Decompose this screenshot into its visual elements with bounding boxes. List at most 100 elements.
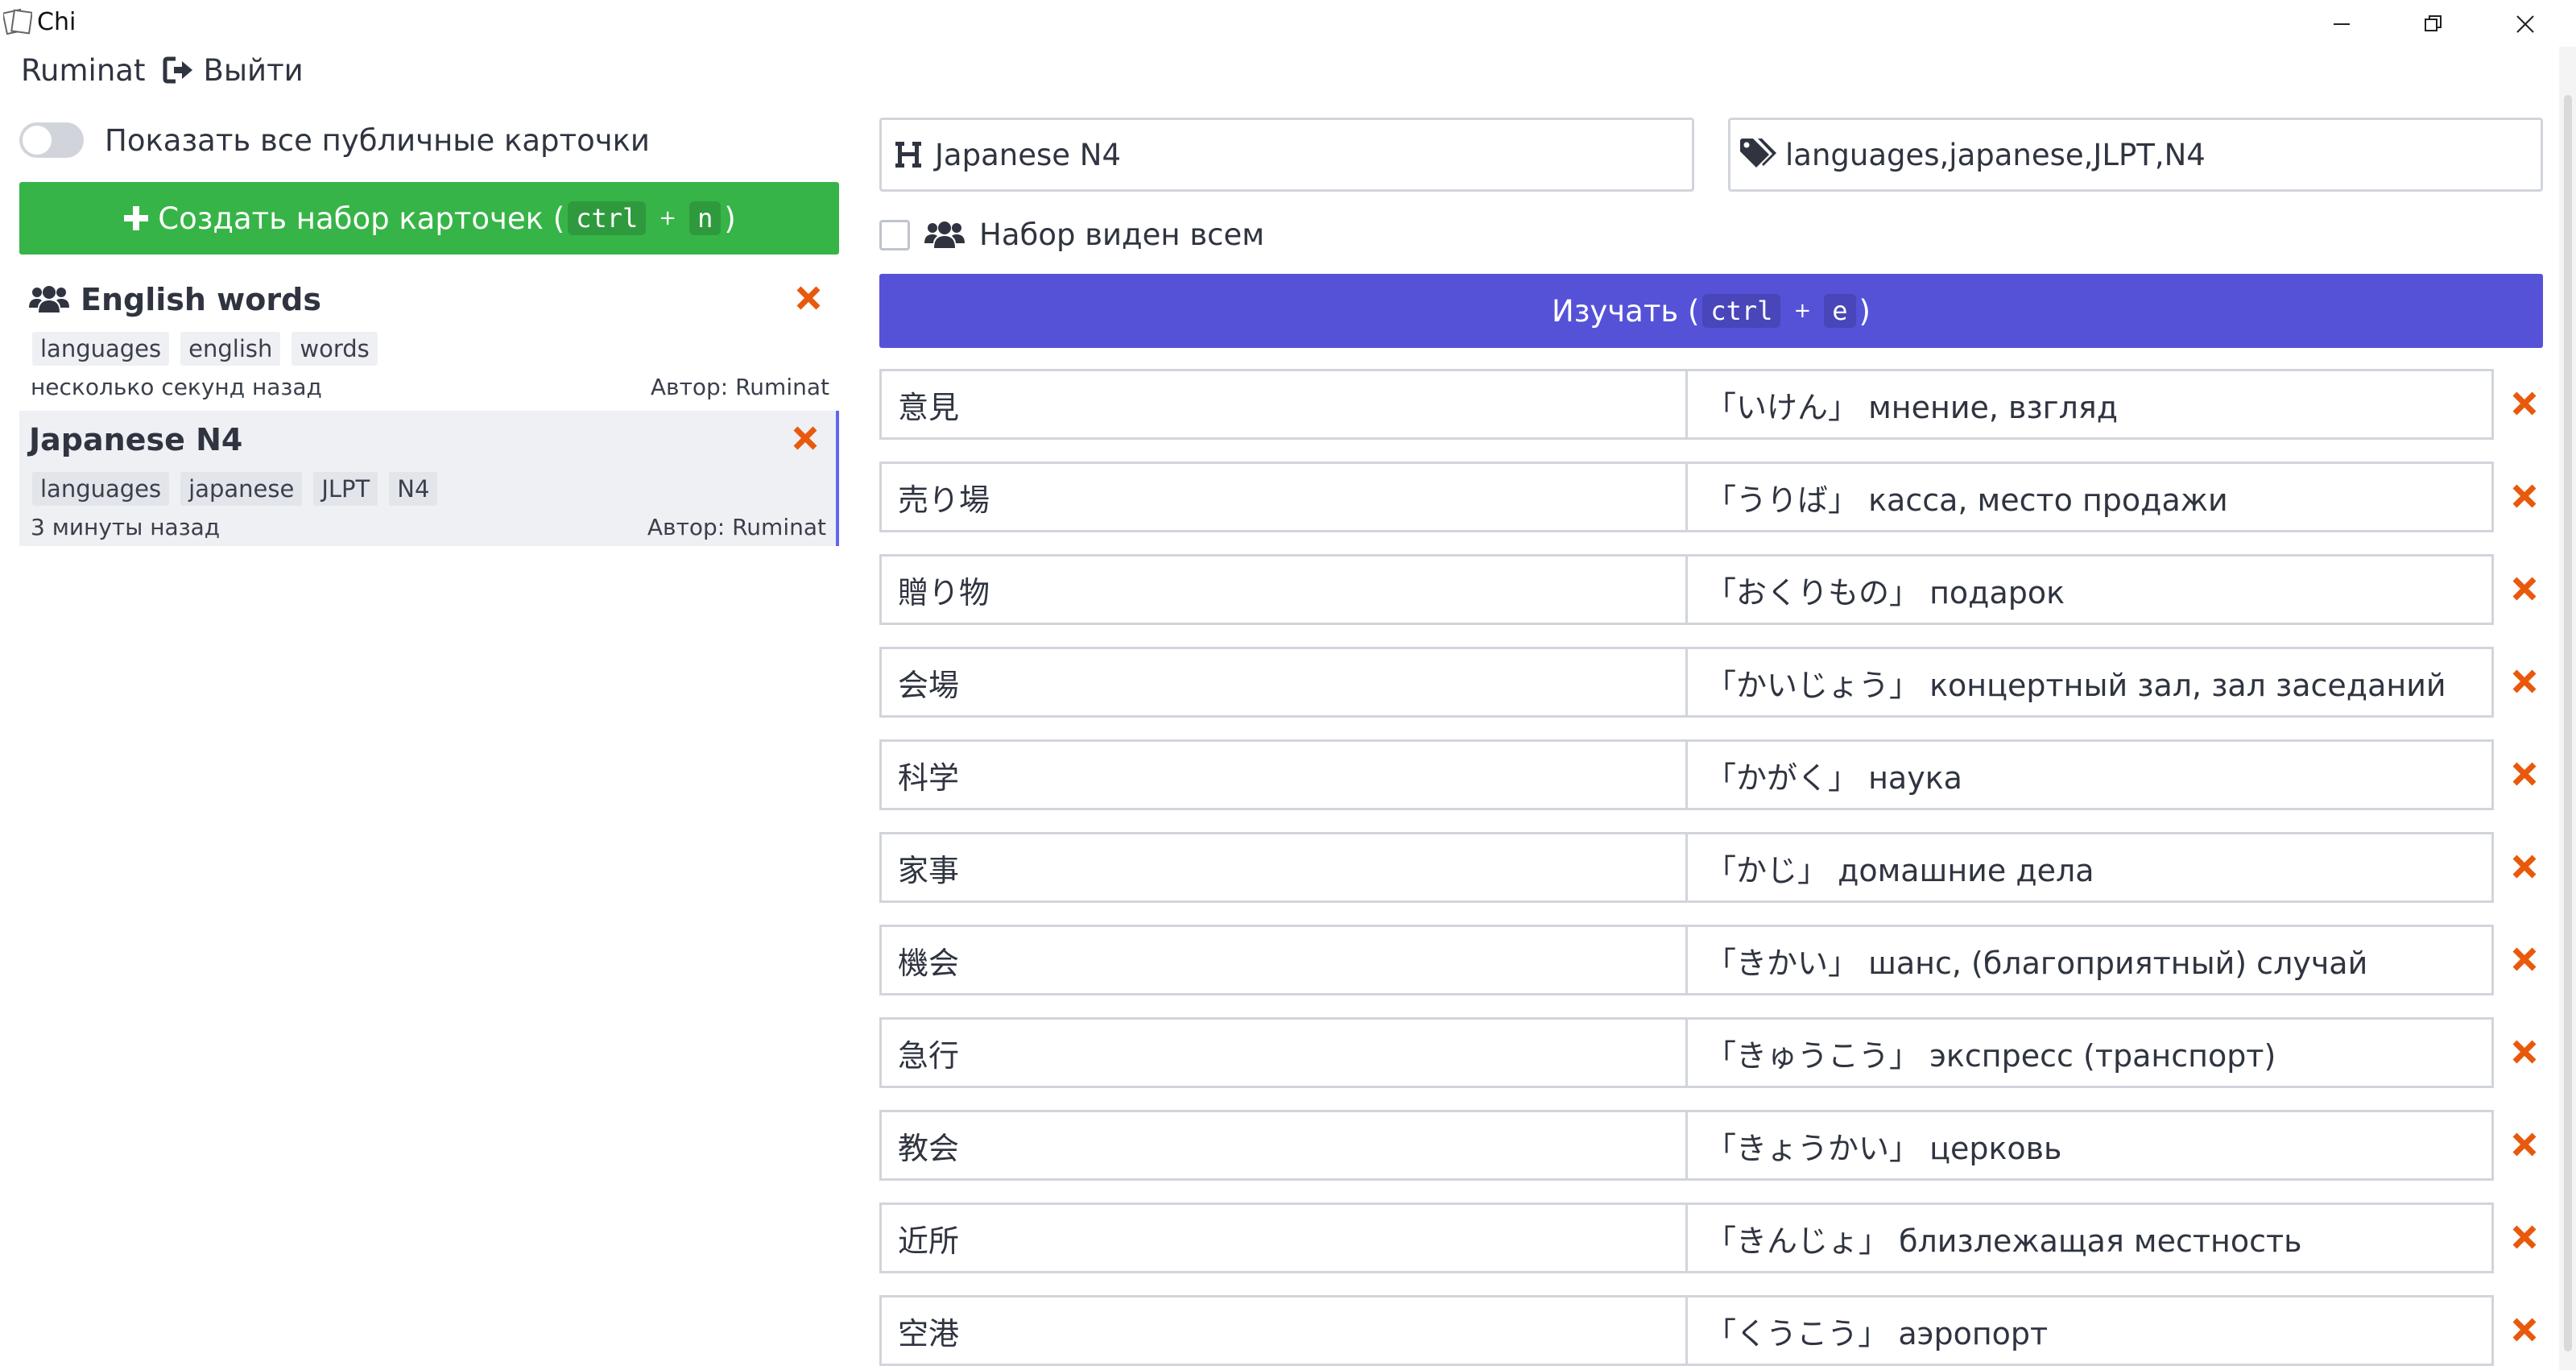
study-close-paren: ) bbox=[1859, 293, 1871, 329]
deck-title: Japanese N4 bbox=[29, 422, 243, 457]
card-row: 売り場 「うりば」 касса, место продажи bbox=[879, 461, 2576, 532]
card-front-text: 科学 bbox=[898, 760, 960, 796]
card-front-input[interactable]: 会場 bbox=[879, 647, 1688, 718]
card-back-text: 「かじ」 домашние дела bbox=[1706, 852, 2094, 888]
card-row: 意見 「いけん」 мнение, взгляд bbox=[879, 369, 2576, 440]
tag[interactable]: N4 bbox=[389, 472, 438, 506]
tag[interactable]: english bbox=[180, 332, 281, 366]
create-deck-button[interactable]: Создать набор карточек ( ctrl + n ) bbox=[19, 182, 839, 255]
deck-tags-input[interactable]: languages,japanese,JLPT,N4 bbox=[1728, 118, 2543, 192]
card-front-input[interactable]: 家事 bbox=[879, 832, 1688, 903]
public-deck-row: Набор виден всем bbox=[879, 217, 1264, 252]
card-front-text: 近所 bbox=[898, 1223, 960, 1259]
logout-button[interactable]: Выйти bbox=[163, 52, 304, 88]
shortcut-key-ctrl: ctrl bbox=[568, 201, 647, 235]
card-row: 会場 「かいじょう」 концертный зал, зал заседаний bbox=[879, 647, 2576, 718]
users-icon bbox=[29, 286, 69, 312]
card-front-input[interactable]: 教会 bbox=[879, 1110, 1688, 1181]
card-back-text: 「くうこう」 аэропорт bbox=[1706, 1315, 2049, 1351]
window-title: Chi bbox=[37, 8, 76, 36]
delete-card-icon[interactable] bbox=[2509, 1037, 2540, 1067]
card-back-text: 「きかい」 шанс, (благоприятный) случай bbox=[1706, 945, 2368, 981]
card-back-text: 「かいじょう」 концертный зал, зал заседаний bbox=[1706, 667, 2446, 703]
tag[interactable]: languages bbox=[32, 472, 170, 506]
delete-deck-icon[interactable] bbox=[794, 284, 823, 312]
deck-author: Автор: Ruminat bbox=[650, 374, 829, 400]
card-row: 贈り物 「おくりもの」 подарок bbox=[879, 554, 2576, 625]
public-cards-toggle-label: Показать все публичные карточки bbox=[105, 122, 650, 158]
card-front-input[interactable]: 空港 bbox=[879, 1295, 1688, 1366]
tag[interactable]: languages bbox=[32, 332, 170, 366]
minimize-button[interactable] bbox=[2301, 3, 2382, 43]
card-back-input[interactable]: 「きんじょ」 близлежащая местность bbox=[1685, 1202, 2494, 1273]
tag[interactable]: JLPT bbox=[313, 472, 378, 506]
card-back-input[interactable]: 「きゅうこう」 экспресс (транспорт) bbox=[1685, 1017, 2494, 1088]
scrollbar-thumb[interactable] bbox=[2564, 95, 2572, 1351]
username: Ruminat bbox=[21, 52, 146, 88]
delete-card-icon[interactable] bbox=[2509, 759, 2540, 789]
card-back-input[interactable]: 「いけん」 мнение, взгляд bbox=[1685, 369, 2494, 440]
card-back-input[interactable]: 「かがく」 наука bbox=[1685, 739, 2494, 810]
card-front-text: 会場 bbox=[898, 667, 960, 703]
tag[interactable]: words bbox=[292, 332, 378, 366]
card-front-input[interactable]: 急行 bbox=[879, 1017, 1688, 1088]
delete-card-icon[interactable] bbox=[2509, 851, 2540, 882]
delete-card-icon[interactable] bbox=[2509, 1314, 2540, 1345]
card-back-text: 「きんじょ」 близлежащая местность bbox=[1706, 1223, 2302, 1259]
card-back-input[interactable]: 「うりば」 касса, место продажи bbox=[1685, 461, 2494, 532]
tags-icon bbox=[1740, 139, 1776, 168]
deck-title-row: Japanese N4 bbox=[29, 422, 242, 457]
card-front-input[interactable]: 機会 bbox=[879, 925, 1688, 995]
card-back-input[interactable]: 「くうこう」 аэропорт bbox=[1685, 1295, 2494, 1366]
card-front-input[interactable]: 科学 bbox=[879, 739, 1688, 810]
card-back-input[interactable]: 「かいじょう」 концертный зал, зал заседаний bbox=[1685, 647, 2494, 718]
logout-label: Выйти bbox=[203, 52, 304, 88]
deck-name-value: Japanese N4 bbox=[935, 137, 1121, 172]
public-deck-checkbox[interactable] bbox=[879, 219, 910, 250]
card-back-input[interactable]: 「おくりもの」 подарок bbox=[1685, 554, 2494, 625]
delete-card-icon[interactable] bbox=[2509, 944, 2540, 975]
restore-icon bbox=[2425, 15, 2442, 31]
card-front-input[interactable]: 贈り物 bbox=[879, 554, 1688, 625]
card-front-text: 売り場 bbox=[898, 482, 990, 518]
card-back-text: 「いけん」 мнение, взгляд bbox=[1706, 389, 2119, 425]
restore-button[interactable] bbox=[2393, 3, 2474, 43]
deck-author: Автор: Ruminat bbox=[647, 514, 826, 540]
public-cards-toggle[interactable] bbox=[19, 122, 84, 158]
delete-card-icon[interactable] bbox=[2509, 1129, 2540, 1160]
card-back-text: 「かがく」 наука bbox=[1706, 760, 1962, 796]
delete-card-icon[interactable] bbox=[2509, 666, 2540, 697]
deck-updated-time: 3 минуты назад bbox=[31, 514, 221, 540]
shortcut-plus: + bbox=[659, 206, 677, 230]
card-back-text: 「うりば」 касса, место продажи bbox=[1706, 482, 2228, 518]
delete-card-icon[interactable] bbox=[2509, 481, 2540, 511]
card-front-input[interactable]: 近所 bbox=[879, 1202, 1688, 1273]
card-row: 近所 「きんじょ」 близлежащая местность bbox=[879, 1202, 2576, 1273]
create-deck-close-paren: ) bbox=[724, 201, 736, 236]
delete-card-icon[interactable] bbox=[2509, 1222, 2540, 1252]
deck-title: English words bbox=[81, 282, 321, 317]
tag[interactable]: japanese bbox=[180, 472, 303, 506]
deck-tags-value: languages,japanese,JLPT,N4 bbox=[1785, 137, 2206, 172]
card-back-input[interactable]: 「きょうかい」 церковь bbox=[1685, 1110, 2494, 1181]
public-cards-toggle-row: Показать все публичные карточки bbox=[19, 122, 650, 158]
deck-item-english-words[interactable]: English words languages english words не… bbox=[19, 271, 839, 406]
study-button[interactable]: Изучать ( ctrl + e ) bbox=[879, 274, 2543, 348]
card-front-text: 急行 bbox=[898, 1037, 960, 1074]
card-back-input[interactable]: 「かじ」 домашние дела bbox=[1685, 832, 2494, 903]
deck-tags: languages japanese JLPT N4 bbox=[32, 472, 438, 506]
card-front-input[interactable]: 意見 bbox=[879, 369, 1688, 440]
delete-card-icon[interactable] bbox=[2509, 388, 2540, 419]
delete-deck-icon[interactable] bbox=[791, 424, 820, 453]
deck-name-input[interactable]: Japanese N4 bbox=[879, 118, 1694, 192]
minimize-icon bbox=[2334, 23, 2350, 25]
card-row: 機会 「きかい」 шанс, (благоприятный) случай bbox=[879, 925, 2576, 995]
card-back-input[interactable]: 「きかい」 шанс, (благоприятный) случай bbox=[1685, 925, 2494, 995]
deck-item-japanese-n4[interactable]: Japanese N4 languages japanese JLPT N4 3… bbox=[19, 411, 839, 546]
delete-card-icon[interactable] bbox=[2509, 573, 2540, 604]
close-window-button[interactable] bbox=[2485, 3, 2566, 43]
card-front-input[interactable]: 売り場 bbox=[879, 461, 1688, 532]
shortcut-plus: + bbox=[1793, 299, 1812, 323]
deck-updated-time: несколько секунд назад bbox=[31, 374, 322, 400]
app-icon bbox=[3, 8, 32, 35]
